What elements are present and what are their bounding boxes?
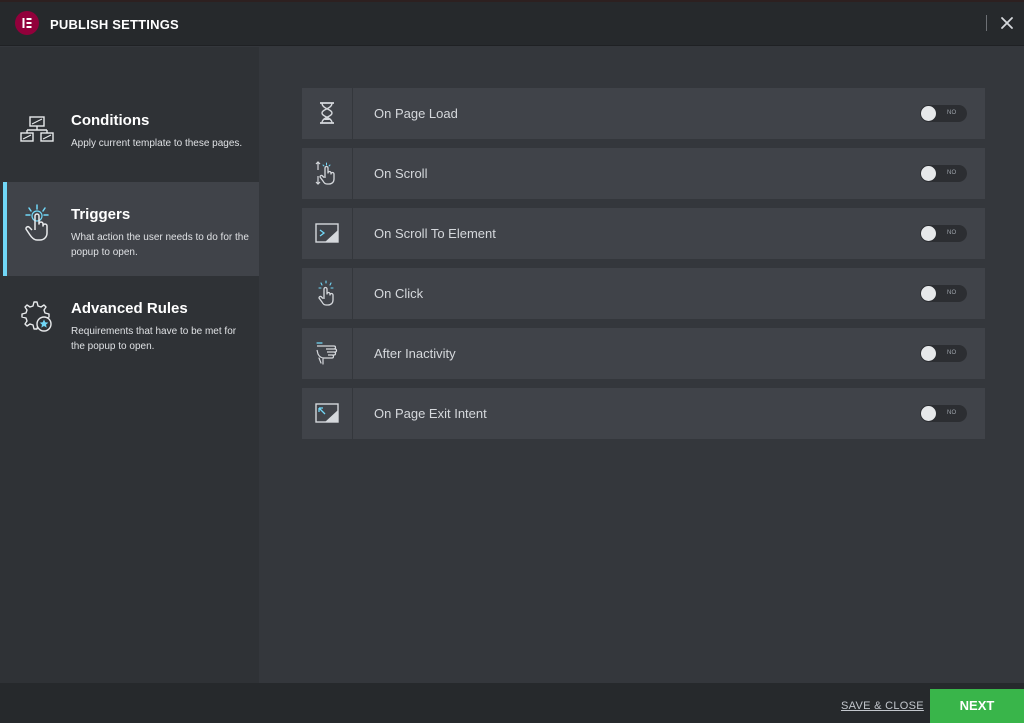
trigger-label: On Click xyxy=(374,286,424,301)
on-page-load-toggle[interactable]: NO xyxy=(920,105,967,122)
trigger-label: On Scroll xyxy=(374,166,428,181)
toggle-knob xyxy=(921,106,936,121)
toggle-state-label: NO xyxy=(947,290,957,296)
toggle-state-label: NO xyxy=(947,170,957,176)
modal-header: PUBLISH SETTINGS xyxy=(0,0,1024,46)
terminal-window-icon xyxy=(302,208,353,259)
trigger-label: After Inactivity xyxy=(374,346,456,361)
click-hand-icon xyxy=(302,268,353,319)
toggle-knob xyxy=(921,346,936,361)
save-and-close-link[interactable]: SAVE & CLOSE xyxy=(841,700,924,712)
sidebar-item-description: Apply current template to these pages. xyxy=(71,138,243,149)
toggle-knob xyxy=(921,226,936,241)
toggle-state-label: NO xyxy=(947,410,957,416)
sidebar-item-description: What action the user needs to do for the… xyxy=(71,232,249,258)
on-click-toggle[interactable]: NO xyxy=(920,285,967,302)
on-scroll-toggle[interactable]: NO xyxy=(920,165,967,182)
sidebar-item-advanced-rules[interactable]: Advanced Rules Requirements that have to… xyxy=(4,276,259,370)
trigger-row-on-scroll-to-element: On Scroll To Element NO xyxy=(302,208,985,259)
close-icon[interactable] xyxy=(998,14,1016,32)
modal-title: PUBLISH SETTINGS xyxy=(50,17,179,32)
after-inactivity-toggle[interactable]: NO xyxy=(920,345,967,362)
trigger-row-on-page-exit-intent: On Page Exit Intent NO xyxy=(302,388,985,439)
hourglass-icon xyxy=(302,88,353,139)
active-indicator xyxy=(3,182,7,276)
sidebar-item-title: Advanced Rules xyxy=(71,300,188,317)
trigger-row-on-click: On Click NO xyxy=(302,268,985,319)
inactivity-hand-icon xyxy=(302,328,353,379)
trigger-label: On Page Load xyxy=(374,106,458,121)
triggers-panel: On Page Load NO On Scroll NO On Scroll T… xyxy=(259,47,1024,683)
elementor-logo-icon xyxy=(15,11,39,35)
sidebar-item-description: Requirements that have to be met for the… xyxy=(71,326,237,352)
toggle-state-label: NO xyxy=(947,110,957,116)
on-page-exit-intent-toggle[interactable]: NO xyxy=(920,405,967,422)
tap-icon xyxy=(18,202,56,242)
trigger-row-on-scroll: On Scroll NO xyxy=(302,148,985,199)
trigger-row-on-page-load: On Page Load NO xyxy=(302,88,985,139)
sitemap-icon xyxy=(18,108,56,148)
toggle-knob xyxy=(921,286,936,301)
settings-sidebar: Conditions Apply current template to the… xyxy=(0,47,259,683)
header-topline xyxy=(0,0,1024,2)
next-button[interactable]: NEXT xyxy=(930,689,1024,723)
sidebar-item-title: Conditions xyxy=(71,112,150,129)
modal-footer: SAVE & CLOSE NEXT xyxy=(0,683,1024,723)
toggle-knob xyxy=(921,166,936,181)
sidebar-item-conditions[interactable]: Conditions Apply current template to the… xyxy=(4,88,259,182)
exit-arrow-window-icon xyxy=(302,388,353,439)
trigger-label: On Scroll To Element xyxy=(374,226,496,241)
sidebar-item-title: Triggers xyxy=(71,206,131,223)
on-scroll-to-element-toggle[interactable]: NO xyxy=(920,225,967,242)
header-divider xyxy=(986,15,987,31)
scroll-hand-icon xyxy=(302,148,353,199)
sidebar-item-triggers[interactable]: Triggers What action the user needs to d… xyxy=(3,182,259,276)
toggle-knob xyxy=(921,406,936,421)
trigger-row-after-inactivity: After Inactivity NO xyxy=(302,328,985,379)
toggle-state-label: NO xyxy=(947,350,957,356)
publish-settings-modal: PUBLISH SETTINGS Conditions Apply curren… xyxy=(0,0,1024,723)
gear-star-icon xyxy=(18,296,56,336)
trigger-label: On Page Exit Intent xyxy=(374,406,487,421)
toggle-state-label: NO xyxy=(947,230,957,236)
